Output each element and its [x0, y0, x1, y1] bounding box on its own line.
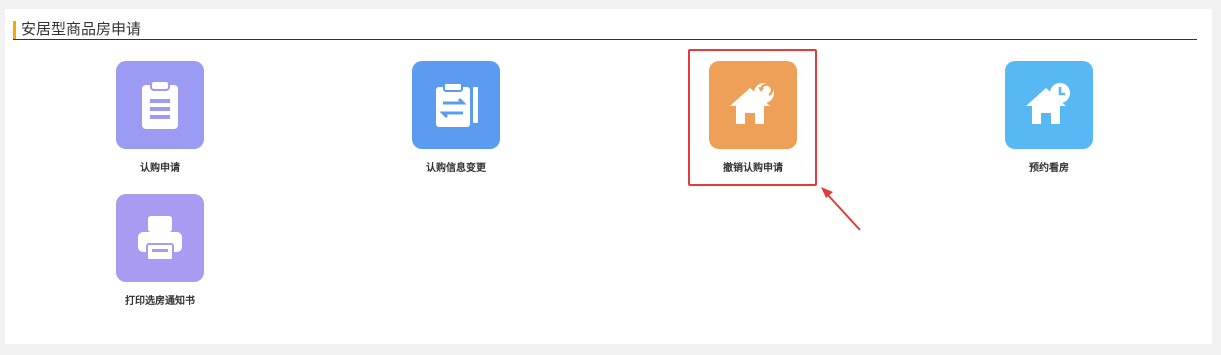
main-panel: 安居型商品房申请 认购申请 认购信息变更 撤销认购申请 预约看房 打印选房通知书	[5, 9, 1212, 344]
annotation-arrow-icon	[821, 187, 861, 231]
